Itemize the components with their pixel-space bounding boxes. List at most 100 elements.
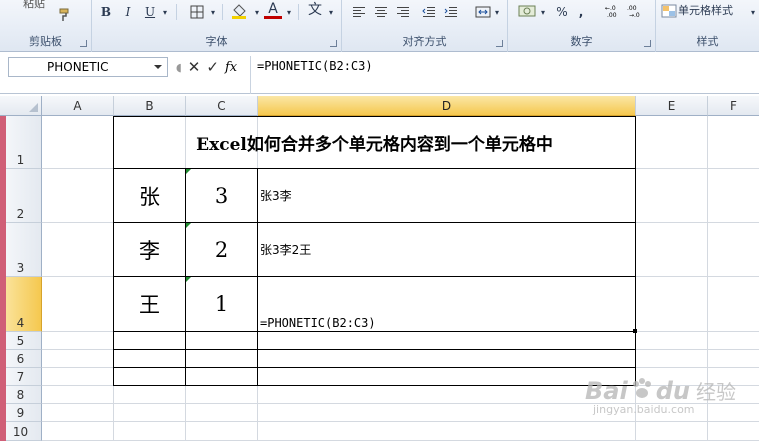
underline-button[interactable]: U — [142, 3, 158, 21]
row-header-1[interactable]: 1 — [0, 116, 42, 169]
insert-function-button[interactable]: fx — [225, 60, 237, 75]
paw-icon — [630, 377, 654, 404]
clipboard-group: 粘贴 剪贴板 — [0, 0, 92, 52]
number-launcher-icon[interactable] — [644, 40, 651, 47]
font-group: B I U ▾ ▾ ▾ A ▾ 文 ▾ 字体 — [92, 0, 342, 52]
font-group-label: 字体 — [205, 35, 228, 48]
decrease-decimal-icon[interactable]: .00 →.0 — [626, 2, 646, 20]
align-right-icon[interactable] — [394, 3, 412, 21]
cell-c3[interactable]: 2 — [186, 223, 257, 276]
row-selection-bar — [0, 116, 6, 441]
align-left-icon[interactable] — [350, 3, 368, 21]
table-border — [635, 116, 636, 386]
comma-style-button[interactable]: , — [574, 3, 588, 21]
percent-style-button[interactable]: % — [554, 3, 570, 21]
borders-icon[interactable] — [188, 3, 206, 21]
cell-b2[interactable]: 张 — [114, 169, 185, 222]
alignment-group: ▾ 对齐方式 — [342, 0, 508, 52]
currency-format-icon[interactable] — [516, 2, 538, 20]
cell-styles-dropdown-icon[interactable]: ▾ — [748, 3, 758, 21]
number-group: ▾ % , ←.0.00 .00 →.0 数字 — [508, 0, 656, 52]
cancel-icon[interactable]: ✕ — [188, 58, 201, 76]
format-painter-icon[interactable] — [56, 6, 74, 24]
table-border — [113, 349, 636, 350]
cell-d2[interactable]: 张3李 — [258, 169, 635, 222]
phonetic-dropdown-icon[interactable]: ▾ — [326, 3, 336, 21]
column-header-b[interactable]: B — [114, 96, 186, 116]
name-box-dropdown-icon[interactable] — [154, 65, 162, 69]
select-all-corner[interactable] — [0, 96, 42, 116]
watermark-cn: 经验 — [695, 380, 736, 404]
cell-d3[interactable]: 张3李2王 — [258, 223, 635, 276]
merge-dropdown-icon[interactable]: ▾ — [492, 3, 502, 21]
font-color-dropdown-icon[interactable]: ▾ — [284, 3, 294, 21]
error-indicator-icon — [186, 277, 191, 282]
formula-controls: ◖ ✕ ✓ fx — [170, 57, 250, 77]
increase-indent-icon[interactable] — [442, 3, 460, 21]
svg-text:.00: .00 — [627, 5, 637, 12]
ribbon: 粘贴 剪贴板 B I U ▾ ▾ ▾ A ▾ 文 ▾ 字体 ▾ 对齐方式 ▾ %… — [0, 0, 759, 52]
cell-b3[interactable]: 李 — [114, 223, 185, 276]
enter-icon[interactable]: ✓ — [206, 58, 219, 76]
borders-dropdown-icon[interactable]: ▾ — [208, 3, 218, 21]
cell-styles-icon[interactable] — [660, 2, 678, 20]
column-header-d[interactable]: D — [258, 96, 636, 116]
baidu-watermark: Bai du 经验 jingyan.baidu.com — [585, 376, 755, 436]
paste-button[interactable]: 粘贴 — [14, 0, 54, 12]
alignment-launcher-icon[interactable] — [496, 40, 503, 47]
error-indicator-icon — [186, 169, 191, 174]
row-header-10[interactable]: 10 — [0, 422, 42, 441]
separator — [298, 4, 299, 20]
row-header-9[interactable]: 9 — [0, 404, 42, 422]
bold-button[interactable]: B — [98, 3, 114, 21]
resize-handle-icon[interactable]: ◖ — [176, 61, 182, 74]
error-indicator-icon — [186, 223, 191, 228]
svg-text:.00: .00 — [607, 12, 617, 19]
column-header-e[interactable]: E — [636, 96, 708, 116]
title-merged-cell[interactable]: Excel如何合并多个单元格内容到一个单元格中 — [114, 117, 635, 168]
fill-color-icon[interactable] — [230, 2, 250, 20]
cell-c4[interactable]: 1 — [186, 277, 257, 331]
fill-color-dropdown-icon[interactable]: ▾ — [252, 3, 262, 21]
currency-dropdown-icon[interactable]: ▾ — [538, 3, 548, 21]
row-header-3[interactable]: 3 — [0, 223, 42, 277]
align-center-icon[interactable] — [372, 3, 390, 21]
cell-c2[interactable]: 3 — [186, 169, 257, 222]
column-header-f[interactable]: F — [708, 96, 759, 116]
phonetic-guide-button[interactable]: 文 — [304, 0, 326, 18]
row-header-6[interactable]: 6 — [0, 350, 42, 368]
svg-text:→.0: →.0 — [629, 12, 640, 19]
row-header-4[interactable]: 4 — [0, 277, 42, 332]
styles-group: 单元格样式 ▾ 样式 — [656, 0, 759, 52]
italic-button[interactable]: I — [120, 3, 136, 21]
watermark-brand-2: du — [655, 376, 690, 405]
table-border — [113, 367, 636, 368]
cell-b4[interactable]: 王 — [114, 277, 185, 331]
clipboard-launcher-icon[interactable] — [80, 40, 87, 47]
alignment-group-label: 对齐方式 — [402, 35, 447, 48]
underline-dropdown-icon[interactable]: ▾ — [160, 3, 170, 21]
row-header-2[interactable]: 2 — [0, 169, 42, 223]
clipboard-group-label: 剪贴板 — [29, 35, 62, 48]
svg-text:←.0: ←.0 — [605, 5, 616, 12]
number-group-label: 数字 — [570, 35, 593, 48]
cell-styles-button[interactable]: 单元格样式 — [678, 1, 748, 19]
increase-decimal-icon[interactable]: ←.0.00 — [604, 2, 624, 20]
formula-input[interactable]: =PHONETIC(B2:C3) — [250, 56, 759, 94]
column-header-a[interactable]: A — [42, 96, 114, 116]
row-header-8[interactable]: 8 — [0, 386, 42, 404]
name-box[interactable]: PHONETIC — [8, 57, 168, 77]
formula-bar: PHONETIC ◖ ✕ ✓ fx =PHONETIC(B2:C3) — [0, 52, 759, 94]
row-header-5[interactable]: 5 — [0, 332, 42, 350]
column-header-c[interactable]: C — [186, 96, 258, 116]
merge-center-icon[interactable] — [474, 3, 492, 21]
decrease-indent-icon[interactable] — [420, 3, 438, 21]
row-header-7[interactable]: 7 — [0, 368, 42, 386]
table-border — [113, 385, 636, 386]
styles-group-label: 样式 — [696, 35, 719, 48]
font-launcher-icon[interactable] — [330, 40, 337, 47]
cell-d4-active[interactable]: =PHONETIC(B2:C3) — [258, 277, 635, 331]
separator — [222, 4, 223, 20]
font-color-button[interactable]: A — [264, 1, 282, 19]
fill-handle[interactable] — [633, 329, 637, 333]
